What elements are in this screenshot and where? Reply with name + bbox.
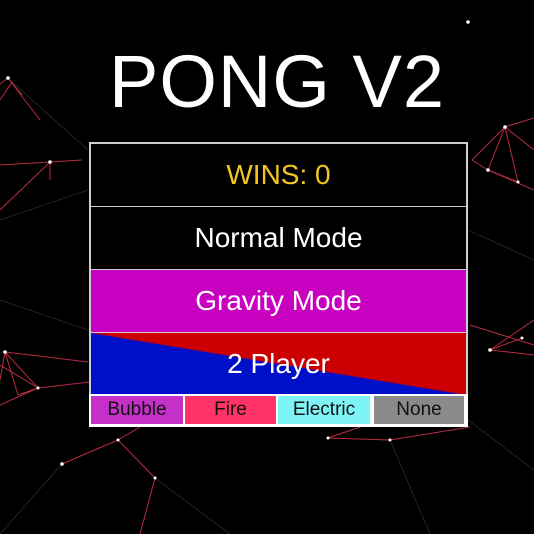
effect-none-button[interactable]: None [374, 396, 464, 424]
main-menu: WINS: 0 Normal Mode Gravity Mode 2 Playe… [89, 142, 468, 397]
two-player-button[interactable]: 2 Player [91, 333, 466, 397]
effect-electric-button[interactable]: Electric [278, 396, 370, 424]
network-cluster-right [469, 117, 534, 356]
effect-bubble-button[interactable]: Bubble [91, 396, 183, 424]
wins-counter: WINS: 0 [91, 144, 466, 207]
ball-effect-selector: Bubble Fire Electric None [89, 394, 468, 427]
network-cluster-bottom [61, 426, 471, 534]
game-title: PONG V2 [109, 40, 445, 123]
gravity-mode-button[interactable]: Gravity Mode [91, 270, 466, 333]
normal-mode-button[interactable]: Normal Mode [91, 207, 466, 270]
effect-fire-button[interactable]: Fire [185, 396, 276, 424]
network-cluster-left [0, 351, 91, 406]
